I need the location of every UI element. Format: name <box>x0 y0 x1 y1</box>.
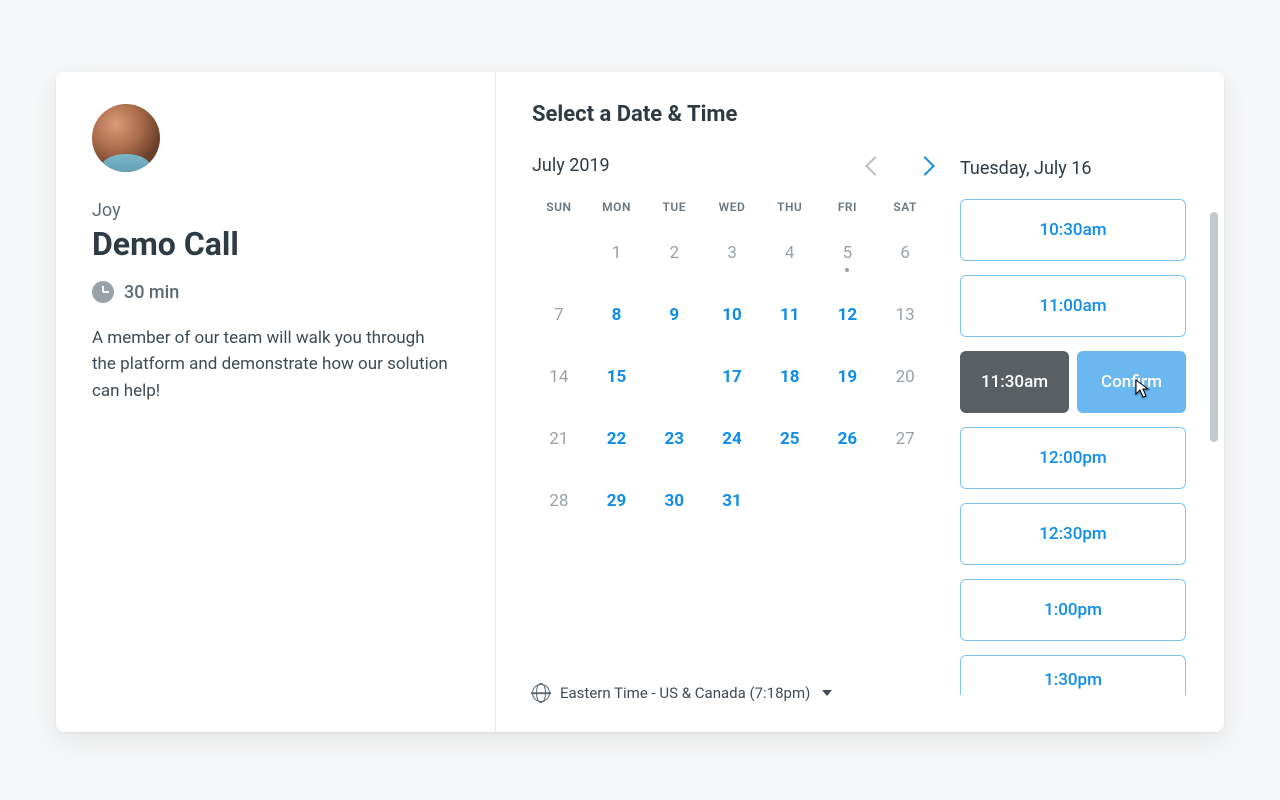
host-avatar <box>92 104 160 172</box>
time-slot[interactable]: 10:30am <box>960 199 1186 261</box>
selected-date-heading: Tuesday, July 16 <box>960 158 1186 179</box>
calendar-day-available[interactable]: 26 <box>821 416 875 462</box>
event-description: A member of our team will walk you throu… <box>92 325 452 404</box>
duration-text: 30 min <box>124 282 179 303</box>
time-slot[interactable]: 1:30pm <box>960 655 1186 695</box>
cursor-icon <box>1134 378 1152 400</box>
timezone-selector[interactable]: Eastern Time - US & Canada (7:18pm) <box>532 664 932 702</box>
calendar-day-header: SUN <box>532 200 586 214</box>
calendar-day: 13 <box>878 292 932 338</box>
calendar-day: 6 <box>878 230 932 276</box>
next-month-button[interactable] <box>915 156 935 176</box>
calendar-day: 7 <box>532 292 586 338</box>
calendar-day: 3 <box>705 230 759 276</box>
caret-down-icon <box>822 690 832 696</box>
time-slot[interactable]: 12:30pm <box>960 503 1186 565</box>
event-title: Demo Call <box>92 225 459 263</box>
time-slot-selected[interactable]: 11:30am <box>960 351 1069 413</box>
calendar-day: 28 <box>532 478 586 524</box>
duration-row: 30 min <box>92 281 459 303</box>
calendar-day-header: FRI <box>821 200 875 214</box>
calendar-day: 20 <box>878 354 932 400</box>
calendar-day-available[interactable]: 15 <box>590 354 644 400</box>
calendar-day-available[interactable]: 19 <box>821 354 875 400</box>
time-slot-selected-row: 11:30amConfirm <box>960 351 1186 413</box>
calendar-day-available[interactable]: 18 <box>763 354 817 400</box>
scheduler-heading: Select a Date & Time <box>532 102 932 127</box>
clock-icon <box>92 281 114 303</box>
calendar-day-available[interactable]: 8 <box>590 292 644 338</box>
calendar-day: 1 <box>590 230 644 276</box>
calendar-day: 27 <box>878 416 932 462</box>
confirm-button[interactable]: Confirm <box>1077 351 1186 413</box>
scheduling-card: Joy Demo Call 30 min A member of our tea… <box>56 72 1224 732</box>
calendar-day <box>763 478 817 524</box>
calendar-day-available[interactable]: 30 <box>647 478 701 524</box>
calendar-column: Select a Date & Time July 2019 SUN MONTUE… <box>532 102 932 702</box>
calendar-day-available[interactable]: 22 <box>590 416 644 462</box>
calendar-day-available[interactable]: 12 <box>821 292 875 338</box>
calendar-day-available[interactable]: 25 <box>763 416 817 462</box>
scrollbar-track[interactable] <box>1210 212 1218 522</box>
time-slot[interactable]: 12:00pm <box>960 427 1186 489</box>
calendar-day-header: MON <box>590 200 644 214</box>
calendar-day-available[interactable]: 31 <box>705 478 759 524</box>
calendar-day: 5 <box>821 230 875 276</box>
calendar-day: 21 <box>532 416 586 462</box>
calendar-day-available[interactable]: 29 <box>590 478 644 524</box>
calendar-day-available[interactable]: 9 <box>647 292 701 338</box>
calendar-day-available[interactable]: 10 <box>705 292 759 338</box>
calendar-grid: SUNMONTUEWEDTHUFRISAT1234567891011121314… <box>532 200 932 524</box>
globe-icon <box>532 684 550 702</box>
calendar-day: 14 <box>532 354 586 400</box>
time-slot-list: 10:30am 11:00am 11:30amConfirm 12:00pm 12:30… <box>960 199 1186 695</box>
calendar-day-header: SAT <box>878 200 932 214</box>
time-slot[interactable]: 11:00am <box>960 275 1186 337</box>
time-slot[interactable]: 1:00pm <box>960 579 1186 641</box>
calendar-day-available[interactable]: 17 <box>705 354 759 400</box>
calendar-day-header: TUE <box>647 200 701 214</box>
calendar-day <box>821 478 875 524</box>
calendar-day-header: THU <box>763 200 817 214</box>
timezone-label: Eastern Time - US & Canada (7:18pm) <box>560 684 810 702</box>
calendar-day: 2 <box>647 230 701 276</box>
event-details-panel: Joy Demo Call 30 min A member of our tea… <box>56 72 496 732</box>
time-slots-column: Tuesday, July 16 10:30am 11:00am 11:30amCo… <box>960 102 1206 702</box>
calendar-day <box>878 478 932 524</box>
calendar-day-available[interactable]: 23 <box>647 416 701 462</box>
calendar-day-available[interactable]: 11 <box>763 292 817 338</box>
scheduler-panel: Select a Date & Time July 2019 SUN MONTUE… <box>496 72 1224 732</box>
calendar-day-available[interactable]: 24 <box>705 416 759 462</box>
month-nav-row: July 2019 <box>532 155 932 176</box>
prev-month-button[interactable] <box>865 156 885 176</box>
month-label: July 2019 <box>532 155 610 176</box>
calendar-day: 4 <box>763 230 817 276</box>
host-name: Joy <box>92 200 459 221</box>
scrollbar-thumb[interactable] <box>1210 212 1218 442</box>
calendar-day <box>532 230 586 276</box>
calendar-day-header: WED <box>705 200 759 214</box>
calendar-day-selected[interactable]: 16 <box>647 354 701 400</box>
